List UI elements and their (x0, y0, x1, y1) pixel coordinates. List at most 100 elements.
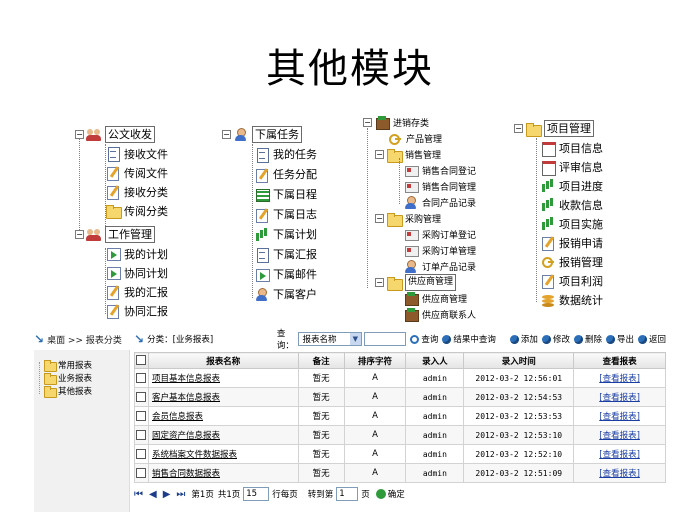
report-name-link[interactable]: 项目基本信息报表 (152, 374, 220, 384)
tree-item-project-profit[interactable]: 项目利润 (514, 271, 624, 290)
tree-item-products[interactable]: 产品管理 (363, 130, 483, 146)
tree-node-inventory[interactable]: − 进销存类 (363, 114, 483, 130)
add-button[interactable]: 添加 (509, 333, 538, 345)
tree-item-sub-plan[interactable]: 下属计划 (222, 224, 332, 244)
tree-item-sub-customer[interactable]: 下属客户 (222, 284, 332, 304)
table-row[interactable]: 项目基本信息报表 暂无 A admin 2012-03-2 12:56:01 [… (134, 368, 666, 388)
column-header[interactable]: 录入人 (405, 352, 465, 369)
collapse-icon[interactable]: − (375, 213, 384, 223)
goto-page-input[interactable]: 1 (336, 487, 359, 501)
view-report-link[interactable]: [查看报表] (573, 368, 666, 388)
table-row[interactable]: 系统档案文件数据报表 暂无 A admin 2012-03-2 12:52:10… (134, 444, 666, 464)
search-input[interactable] (363, 332, 407, 346)
query-in-results-button[interactable]: 结果中查询 (442, 333, 496, 345)
select-all-cell[interactable] (134, 352, 149, 369)
report-name-link[interactable]: 固定资产信息报表 (152, 431, 220, 441)
tree-node-supplier[interactable]: − 供应商管理 (363, 273, 483, 291)
query-button[interactable]: 查询 (410, 333, 438, 345)
collapse-icon[interactable]: − (75, 129, 84, 139)
tree-item-statistics[interactable]: 数据统计 (514, 290, 624, 309)
column-header[interactable]: 报表名称 (147, 352, 299, 369)
tree-item-collab-report[interactable]: 协同汇报 (75, 301, 195, 320)
first-page-icon[interactable]: ⏮ (134, 489, 143, 500)
tree-item-sub-report[interactable]: 下属汇报 (222, 244, 332, 264)
collapse-icon[interactable]: − (222, 129, 231, 139)
tree-item-project-info[interactable]: 项目信息 (514, 138, 624, 157)
tree-item-my-task[interactable]: 我的任务 (222, 144, 332, 164)
tree-item-purchase-order-manage[interactable]: 采购订单管理 (363, 242, 483, 258)
tree-item-project-progress[interactable]: 项目进度 (514, 176, 624, 195)
collapse-icon[interactable]: − (514, 123, 523, 133)
tree-node-sales[interactable]: − 销售管理 (363, 146, 483, 163)
confirm-button[interactable]: 确定 (388, 488, 405, 500)
row-checkbox[interactable] (136, 429, 147, 440)
edit-button[interactable]: 修改 (541, 333, 570, 345)
export-button[interactable]: 导出 (605, 333, 634, 345)
tree-item-sub-schedule[interactable]: 下属日程 (222, 184, 332, 204)
tree-item-task-assign[interactable]: 任务分配 (222, 164, 332, 184)
tree-item-sub-mail[interactable]: 下属邮件 (222, 264, 332, 284)
tree-node-project-management[interactable]: − 项目管理 (514, 118, 624, 138)
collapse-icon[interactable]: − (75, 229, 84, 239)
last-page-icon[interactable]: ⏭ (176, 489, 185, 500)
back-button[interactable]: 返回 (637, 333, 666, 345)
row-checkbox[interactable] (136, 448, 147, 459)
tree-node-subordinate-tasks[interactable]: − 下属任务 (222, 124, 332, 144)
per-page-input[interactable]: 15 (243, 487, 270, 501)
table-row[interactable]: 销售合同数据报表 暂无 A admin 2012-03-2 12:51:09 [… (134, 463, 666, 483)
row-checkbox[interactable] (136, 372, 147, 383)
tree-item-supplier-contact[interactable]: 供应商联系人 (363, 306, 483, 322)
view-report-link[interactable]: [查看报表] (573, 463, 666, 483)
report-name-link[interactable]: 客户基本信息报表 (152, 393, 220, 403)
sidebar-item-other-reports[interactable]: 其他报表 (34, 384, 129, 398)
tree-item-supplier-manage[interactable]: 供应商管理 (363, 290, 483, 306)
tree-item-collab-plan[interactable]: 协同计划 (75, 263, 195, 282)
tree-node-work-management[interactable]: − 工作管理 (75, 224, 195, 244)
tree-item-circulate-file[interactable]: 传阅文件 (75, 163, 195, 182)
view-report-link[interactable]: [查看报表] (573, 444, 666, 464)
collapse-icon[interactable]: − (375, 149, 384, 159)
select-all-checkbox[interactable] (136, 355, 147, 366)
tree-node-purchase[interactable]: − 采购管理 (363, 210, 483, 227)
delete-button[interactable]: 删除 (573, 333, 602, 345)
tree-item-sales-contract-manage[interactable]: 销售合同管理 (363, 178, 483, 194)
tree-item-receive-file[interactable]: 接收文件 (75, 144, 195, 163)
next-page-icon[interactable]: ▶ (163, 489, 171, 500)
tree-item-circulate-category[interactable]: 传阅分类 (75, 201, 195, 220)
column-header[interactable]: 录入时间 (463, 352, 575, 369)
report-name-link[interactable]: 会员信息报表 (152, 412, 203, 422)
tree-item-payment-info[interactable]: 收款信息 (514, 195, 624, 214)
tree-item-my-plan[interactable]: 我的计划 (75, 244, 195, 263)
tree-item-contract-products[interactable]: 合同产品记录 (363, 194, 483, 210)
view-report-link[interactable]: [查看报表] (573, 387, 666, 407)
column-header[interactable]: 排序字符 (343, 352, 407, 369)
column-header[interactable]: 备注 (297, 352, 345, 369)
table-row[interactable]: 客户基本信息报表 暂无 A admin 2012-03-2 12:54:53 [… (134, 387, 666, 407)
view-report-link[interactable]: [查看报表] (573, 425, 666, 445)
sidebar-item-common-reports[interactable]: 常用报表 (34, 358, 129, 372)
tree-item-order-products[interactable]: 订单产品记录 (363, 258, 483, 274)
tree-item-project-implementation[interactable]: 项目实施 (514, 214, 624, 233)
row-checkbox[interactable] (136, 410, 147, 421)
tree-item-expense-request[interactable]: 报销申请 (514, 233, 624, 252)
tree-item-review-info[interactable]: 评审信息 (514, 157, 624, 176)
report-name-link[interactable]: 系统档案文件数据报表 (152, 450, 237, 460)
view-report-link[interactable]: [查看报表] (573, 406, 666, 426)
row-checkbox[interactable] (136, 391, 147, 402)
tree-item-purchase-order-register[interactable]: 采购订单登记 (363, 226, 483, 242)
column-header[interactable]: 查看报表 (573, 352, 666, 369)
tree-item-sub-log[interactable]: 下属日志 (222, 204, 332, 224)
collapse-icon[interactable]: − (363, 117, 372, 127)
row-checkbox[interactable] (136, 467, 147, 478)
collapse-icon[interactable]: − (375, 277, 384, 287)
tree-node-doc-exchange[interactable]: − 公文收发 (75, 124, 195, 144)
tree-item-expense-manage[interactable]: 报销管理 (514, 252, 624, 271)
report-name-link[interactable]: 销售合同数据报表 (152, 469, 220, 479)
tree-item-sales-contract-register[interactable]: 销售合同登记 (363, 162, 483, 178)
query-field-select[interactable]: 报表名称 ▼ (298, 332, 362, 346)
table-row[interactable]: 会员信息报表 暂无 A admin 2012-03-2 12:53:53 [查看… (134, 406, 666, 426)
prev-page-icon[interactable]: ◀ (149, 489, 157, 500)
tree-item-receive-category[interactable]: 接收分类 (75, 182, 195, 201)
table-row[interactable]: 固定资产信息报表 暂无 A admin 2012-03-2 12:53:10 [… (134, 425, 666, 445)
tree-item-my-report[interactable]: 我的汇报 (75, 282, 195, 301)
